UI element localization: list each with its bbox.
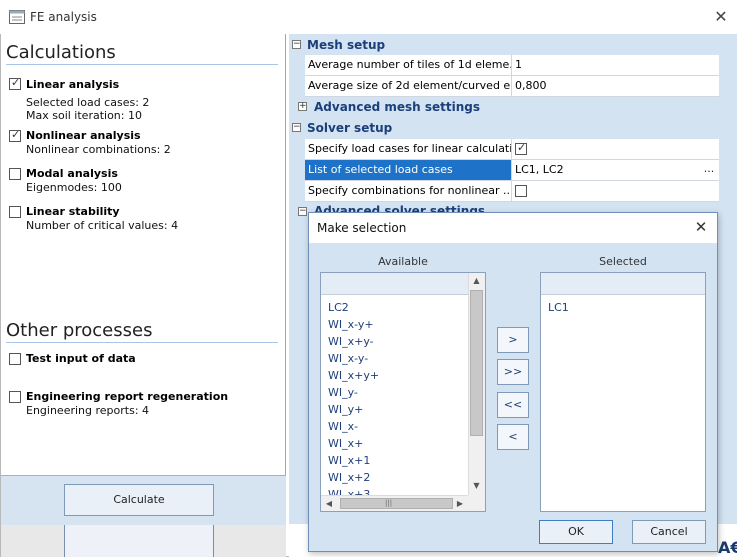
engineering-report-checkbox[interactable] xyxy=(9,391,21,403)
expand-icon[interactable]: − xyxy=(298,207,307,216)
background-column xyxy=(64,525,214,557)
linear-stability-sub-1: Number of critical values: 4 xyxy=(26,219,179,232)
avg-size-2d-name: Average size of 2d element/curved e... xyxy=(305,76,511,97)
scroll-up-icon[interactable]: ▲ xyxy=(468,276,485,285)
nonlinear-analysis-checkbox[interactable] xyxy=(9,128,21,142)
test-input-checkbox[interactable] xyxy=(9,353,21,365)
list-item[interactable]: LC2 xyxy=(328,299,468,316)
scroll-right-icon[interactable]: ▶ xyxy=(455,499,465,508)
scroll-left-icon[interactable]: ◀ xyxy=(324,499,334,508)
selected-list-header xyxy=(541,273,705,295)
corner-logo: A€ xyxy=(718,538,737,557)
list-item[interactable]: WI_x+y- xyxy=(328,333,468,350)
specify-combinations-value xyxy=(511,181,719,202)
linear-stability-label: Linear stability xyxy=(26,205,120,218)
available-items: LC2 WI_x-y+ WI_x+y- WI_x-y- WI_x+y+ WI_y- WI_y… xyxy=(328,299,468,495)
add-all-button[interactable]: >> xyxy=(497,359,529,385)
list-item[interactable]: WI_y- xyxy=(328,384,468,401)
add-button[interactable]: > xyxy=(497,327,529,353)
avg-size-2d-value[interactable]: 0,800 xyxy=(511,76,719,97)
specify-combinations-name: Specify combinations for nonlinear ... xyxy=(305,181,511,202)
linear-analysis-checkbox[interactable] xyxy=(9,76,21,90)
modal-analysis-label: Modal analysis xyxy=(26,167,118,180)
expand-icon[interactable]: + xyxy=(298,102,307,111)
remove-all-button[interactable]: << xyxy=(497,392,529,418)
ok-button[interactable]: OK xyxy=(539,520,613,544)
engineering-report-sub-1: Engineering reports: 4 xyxy=(26,404,150,417)
linear-stability-checkbox[interactable] xyxy=(9,206,21,218)
list-selected-load-cases-value[interactable]: LC1, LC2 xyxy=(511,160,719,181)
available-label: Available xyxy=(378,255,428,268)
avg-tiles-1d-name: Average number of tiles of 1d eleme... xyxy=(305,55,511,76)
scroll-down-icon[interactable]: ▼ xyxy=(468,481,485,490)
window-app-icon xyxy=(9,10,25,24)
solver-setup-header: Solver setup xyxy=(307,121,393,135)
list-item[interactable]: WI_y+ xyxy=(328,401,468,418)
specify-load-cases-name: Specify load cases for linear calculati.… xyxy=(305,139,511,160)
window-close-icon[interactable]: ✕ xyxy=(712,8,730,26)
avg-tiles-1d-value[interactable]: 1 xyxy=(511,55,719,76)
selected-items: LC1 xyxy=(548,299,698,499)
linear-analysis-sub-2: Max soil iteration: 10 xyxy=(26,109,142,122)
modal-analysis-sub-1: Eigenmodes: 100 xyxy=(26,181,122,194)
available-list-header xyxy=(321,273,468,295)
section-divider xyxy=(6,342,278,343)
list-item[interactable]: WI_x- xyxy=(328,418,468,435)
other-processes-header: Other processes xyxy=(6,320,153,341)
grip-icon: ||| xyxy=(385,499,393,507)
cancel-button[interactable]: Cancel xyxy=(632,520,706,544)
test-input-label: Test input of data xyxy=(26,352,136,365)
list-item[interactable]: WI_x+1 xyxy=(328,452,468,469)
nonlinear-analysis-label: Nonlinear analysis xyxy=(26,129,141,142)
mesh-setup-header: Mesh setup xyxy=(307,38,386,52)
advanced-solver-header[interactable]: Advanced solver settings xyxy=(314,204,485,212)
specify-load-cases-value xyxy=(511,139,719,160)
list-item[interactable]: WI_x+ xyxy=(328,435,468,452)
linear-analysis-label: Linear analysis xyxy=(26,78,120,91)
list-item[interactable]: LC1 xyxy=(548,299,698,316)
list-item[interactable]: WI_x+3 xyxy=(328,486,468,495)
list-item[interactable]: WI_x-y- xyxy=(328,350,468,367)
nonlinear-analysis-sub-1: Nonlinear combinations: 2 xyxy=(26,143,171,156)
list-item[interactable]: WI_x+2 xyxy=(328,469,468,486)
browse-button[interactable]: ... xyxy=(700,161,718,179)
scroll-thumb[interactable] xyxy=(470,290,483,436)
linear-analysis-sub-1: Selected load cases: 2 xyxy=(26,96,150,109)
section-divider xyxy=(6,64,278,65)
collapse-icon[interactable]: − xyxy=(292,40,301,49)
list-item[interactable]: WI_x+y+ xyxy=(328,367,468,384)
calculate-button[interactable]: Calculate xyxy=(64,484,214,516)
title-bar xyxy=(0,0,737,34)
scrollbar-corner xyxy=(468,495,485,511)
selected-label: Selected xyxy=(599,255,647,268)
engineering-report-label: Engineering report regeneration xyxy=(26,390,229,403)
list-item[interactable]: WI_x-y+ xyxy=(328,316,468,333)
specify-combinations-checkbox[interactable] xyxy=(515,185,527,197)
horizontal-scroll-thumb[interactable] xyxy=(340,498,453,509)
dialog-close-icon[interactable]: ✕ xyxy=(692,218,710,236)
collapse-icon[interactable]: − xyxy=(292,123,301,132)
specify-load-cases-checkbox[interactable] xyxy=(515,141,527,155)
calculations-header: Calculations xyxy=(6,42,116,63)
list-selected-load-cases-name[interactable]: List of selected load cases xyxy=(305,160,511,181)
modal-analysis-checkbox[interactable] xyxy=(9,168,21,180)
window-title: FE analysis xyxy=(30,10,97,24)
remove-button[interactable]: < xyxy=(497,424,529,450)
dialog-title: Make selection xyxy=(317,221,407,235)
advanced-mesh-header[interactable]: Advanced mesh settings xyxy=(314,100,480,114)
